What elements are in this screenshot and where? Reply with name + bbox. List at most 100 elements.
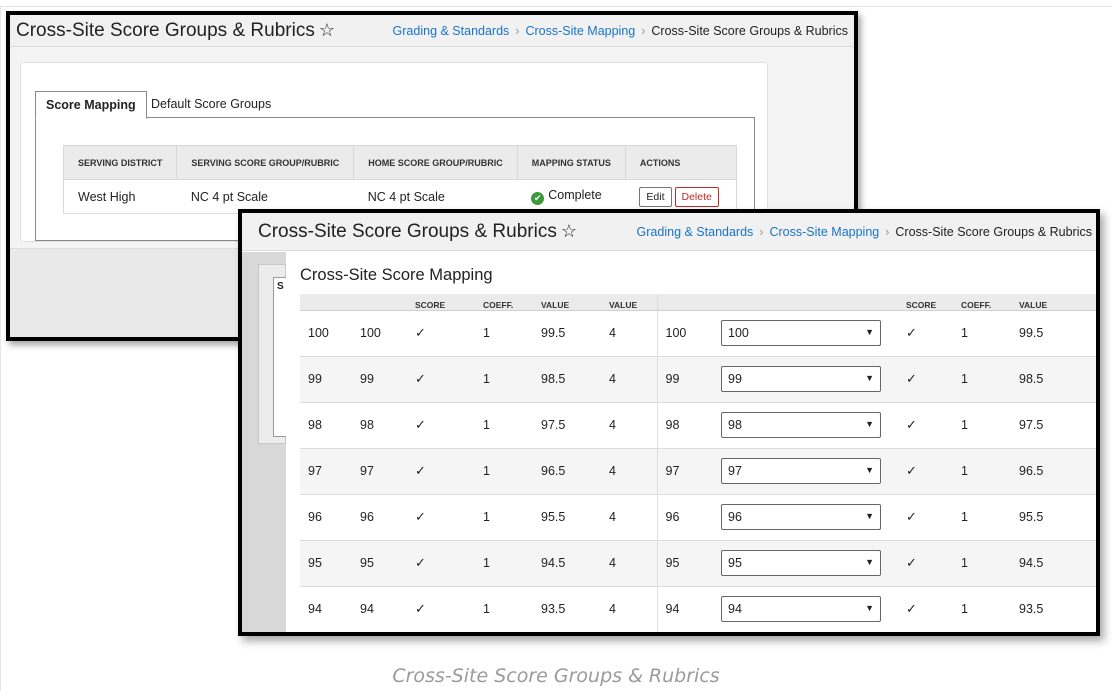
score-mapping-modal: Cross-Site Score Mapping SCORE COEFF. VA… xyxy=(286,252,1096,632)
column-header: VALUE xyxy=(1011,294,1096,311)
home-value-cell: 98.5 xyxy=(1011,356,1096,403)
star-outline-icon[interactable]: ☆ xyxy=(319,20,335,40)
table-header-row: SCORE COEFF. VALUE VALUE SCORE COEFF. VA… xyxy=(300,294,1096,311)
home-coeff-cell: 1 xyxy=(953,448,1011,495)
home-passing-score-check-icon: ✓ xyxy=(898,402,953,449)
value-cell: 94.5 xyxy=(533,540,601,587)
home-passing-score-check-icon: ✓ xyxy=(898,540,953,587)
chevron-right-icon: › xyxy=(885,225,890,239)
score-cell: 98 xyxy=(352,402,407,449)
caret-down-icon: ▼ xyxy=(865,511,874,521)
page-title: Cross-Site Score Groups & Rubrics ☆ xyxy=(258,221,577,243)
home-passing-score-check-icon: ✓ xyxy=(898,310,953,357)
serving-score-cell: 99 xyxy=(300,356,352,403)
gpa-value-cell: 4 xyxy=(601,586,658,632)
table-row: 95 95 ✓ 1 94.5 4 95 95 ▼ ✓ 1 94.5 xyxy=(300,540,1096,587)
home-coeff-cell: 1 xyxy=(953,540,1011,587)
coeff-cell: 1 xyxy=(475,586,533,632)
breadcrumb-cross-site-mapping[interactable]: Cross-Site Mapping xyxy=(525,24,635,38)
page-title-text: Cross-Site Score Groups & Rubrics xyxy=(258,221,557,242)
dropdown-value: 97 xyxy=(728,464,742,478)
home-coeff-cell: 1 xyxy=(953,494,1011,541)
column-header[interactable]: ACTIONS xyxy=(625,145,737,180)
home-passing-score-check-icon: ✓ xyxy=(898,448,953,495)
breadcrumb-cross-site-mapping[interactable]: Cross-Site Mapping xyxy=(769,225,879,239)
caret-down-icon: ▼ xyxy=(865,373,874,383)
value-cell: 96.5 xyxy=(533,448,601,495)
tab-default-score-groups[interactable]: Default Score Groups xyxy=(141,91,281,119)
gpa-value-cell: 4 xyxy=(601,494,658,541)
home-score-dropdown[interactable]: 96 ▼ xyxy=(721,504,881,530)
column-header[interactable]: HOME SCORE GROUP/RUBRIC xyxy=(353,145,518,180)
score-cell: 97 xyxy=(352,448,407,495)
home-score-dropdown[interactable]: 100 ▼ xyxy=(721,320,881,346)
page-title-text: Cross-Site Score Groups & Rubrics xyxy=(16,20,315,41)
column-header: VALUE xyxy=(601,294,658,311)
tab-score-mapping[interactable]: Score Mapping xyxy=(35,91,147,119)
home-score-cell: 100 xyxy=(657,310,713,357)
breadcrumb-grading-standards[interactable]: Grading & Standards xyxy=(393,24,510,38)
dropdown-value: 96 xyxy=(728,510,742,524)
table-row: 99 99 ✓ 1 98.5 4 99 99 ▼ ✓ 1 98.5 xyxy=(300,356,1096,403)
serving-score-cell: 95 xyxy=(300,540,352,587)
score-cell: 100 xyxy=(352,310,407,357)
home-coeff-cell: 1 xyxy=(953,402,1011,449)
home-score-dropdown[interactable]: 97 ▼ xyxy=(721,458,881,484)
home-value-cell: 97.5 xyxy=(1011,402,1096,449)
check-circle-icon: ✔ xyxy=(531,192,545,205)
caret-down-icon: ▼ xyxy=(865,557,874,567)
coeff-cell: 1 xyxy=(475,310,533,357)
home-score-select-cell: 99 ▼ xyxy=(713,356,898,403)
serving-score-cell: 98 xyxy=(300,402,352,449)
coeff-cell: 1 xyxy=(475,448,533,495)
home-value-cell: 95.5 xyxy=(1011,494,1096,541)
column-header[interactable]: MAPPING STATUS xyxy=(517,145,626,180)
breadcrumb-grading-standards[interactable]: Grading & Standards xyxy=(637,225,754,239)
screenshot-cross-site-score-mapping: Cross-Site Score Groups & Rubrics ☆ Gradi… xyxy=(238,209,1100,636)
edit-button[interactable]: Edit xyxy=(639,186,672,207)
delete-button[interactable]: Delete xyxy=(674,186,719,207)
dropdown-value: 100 xyxy=(728,326,749,340)
passing-score-check-icon: ✓ xyxy=(407,310,475,357)
passing-score-check-icon: ✓ xyxy=(407,402,475,449)
caret-down-icon: ▼ xyxy=(865,465,874,475)
column-header[interactable]: SERVING DISTRICT xyxy=(63,145,178,180)
home-passing-score-check-icon: ✓ xyxy=(898,494,953,541)
home-value-cell: 96.5 xyxy=(1011,448,1096,495)
chevron-right-icon: › xyxy=(759,225,764,239)
dropdown-value: 95 xyxy=(728,556,742,570)
background-card: S xyxy=(258,264,287,444)
gpa-value-cell: 4 xyxy=(601,540,658,587)
table-header-row: SERVING DISTRICT SERVING SCORE GROUP/RUB… xyxy=(63,145,737,180)
home-score-dropdown[interactable]: 98 ▼ xyxy=(721,412,881,438)
home-passing-score-check-icon: ✓ xyxy=(898,586,953,632)
page-header: Cross-Site Score Groups & Rubrics ☆ Gradi… xyxy=(242,213,1096,251)
column-header: SCORE xyxy=(407,294,475,311)
breadcrumb-current: Cross-Site Score Groups & Rubrics xyxy=(895,225,1092,239)
star-outline-icon[interactable]: ☆ xyxy=(561,221,577,241)
score-cell: 95 xyxy=(352,540,407,587)
home-score-dropdown[interactable]: 99 ▼ xyxy=(721,366,881,392)
score-cell: 94 xyxy=(352,586,407,632)
chevron-right-icon: › xyxy=(515,24,520,38)
gpa-value-cell: 4 xyxy=(601,402,658,449)
home-score-dropdown[interactable]: 94 ▼ xyxy=(721,596,881,622)
home-coeff-cell: 1 xyxy=(953,356,1011,403)
gpa-value-cell: 4 xyxy=(601,356,658,403)
passing-score-check-icon: ✓ xyxy=(407,540,475,587)
column-header[interactable]: SERVING SCORE GROUP/RUBRIC xyxy=(176,145,355,180)
table-row: 98 98 ✓ 1 97.5 4 98 98 ▼ ✓ 1 97.5 xyxy=(300,402,1096,449)
value-cell: 95.5 xyxy=(533,494,601,541)
caret-down-icon: ▼ xyxy=(865,603,874,613)
breadcrumb: Grading & Standards › Cross-Site Mapping › C… xyxy=(393,24,848,38)
home-value-cell: 94.5 xyxy=(1011,540,1096,587)
coeff-cell: 1 xyxy=(475,402,533,449)
home-score-cell: 98 xyxy=(657,402,713,449)
home-value-cell: 93.5 xyxy=(1011,586,1096,632)
value-cell: 98.5 xyxy=(533,356,601,403)
passing-score-check-icon: ✓ xyxy=(407,448,475,495)
dropdown-value: 99 xyxy=(728,372,742,386)
home-score-dropdown[interactable]: 95 ▼ xyxy=(721,550,881,576)
table-body: 100 100 ✓ 1 99.5 4 100 100 ▼ ✓ 1 99.5 99 xyxy=(300,310,1096,632)
home-score-cell: 99 xyxy=(657,356,713,403)
